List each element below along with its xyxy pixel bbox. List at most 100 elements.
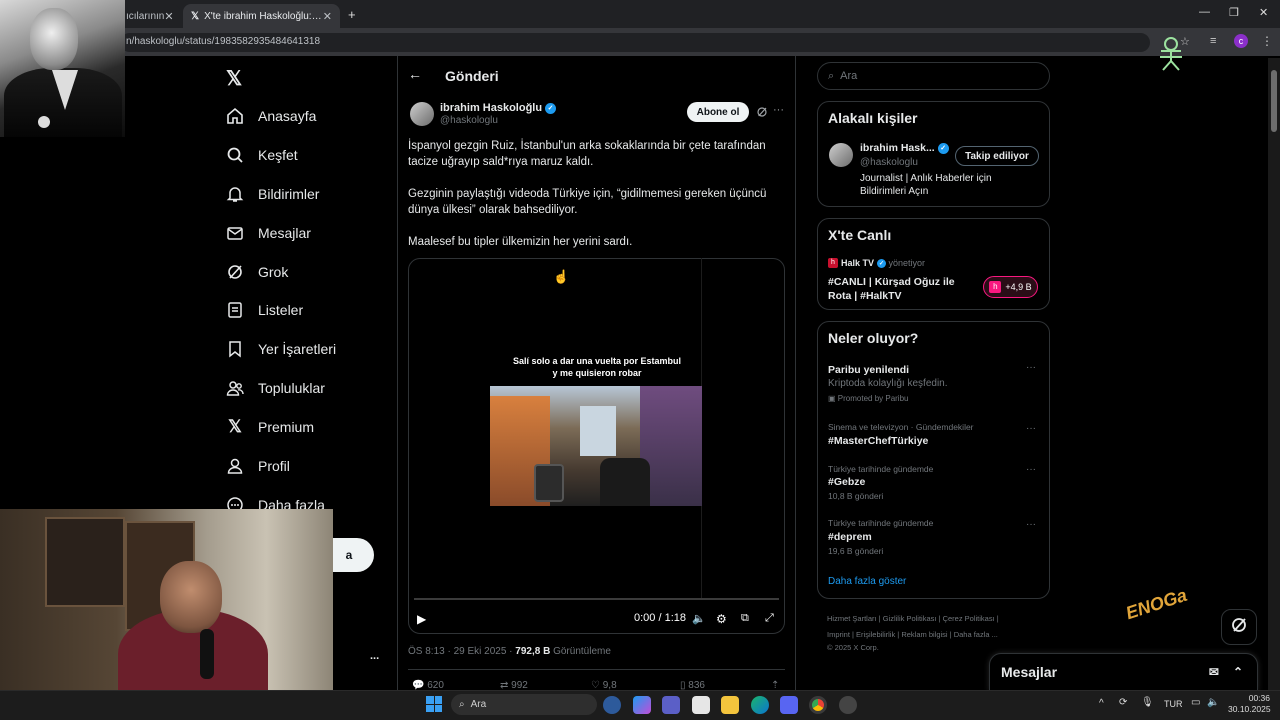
more-dots-icon[interactable]: ···: [773, 104, 784, 116]
url-field[interactable]: n/haskologlu/status/1983582935484641318: [120, 33, 1150, 52]
nav-item-home[interactable]: Anasayfa: [224, 99, 389, 133]
scrollbar-thumb[interactable]: [1271, 70, 1277, 132]
nav-item-profile[interactable]: Profil: [224, 449, 389, 483]
streamer-face: [160, 561, 222, 633]
folder-icon[interactable]: [721, 696, 739, 714]
nav-item-grok[interactable]: Grok: [224, 255, 389, 289]
following-button[interactable]: Takip ediliyor: [955, 146, 1039, 166]
taskbar-search[interactable]: ⌕ Ara: [451, 694, 597, 715]
nav-label: Grok: [258, 264, 289, 280]
footer-links[interactable]: Hizmet Şartları | Gizlilik Politikası | …: [827, 614, 999, 623]
view-label: Görüntüleme: [550, 646, 611, 657]
messages-drawer-title: Mesajlar: [1001, 664, 1058, 680]
clock-date: 30.10.2025: [1228, 704, 1271, 714]
menu-icon[interactable]: ⋮: [1261, 34, 1273, 48]
nav-item-lists[interactable]: Listeler: [224, 293, 389, 327]
related-handle[interactable]: @haskologlu: [860, 157, 918, 168]
show-more-link[interactable]: Daha fazla göster: [828, 576, 906, 587]
live-stream-title[interactable]: #CANLI | Kürşad Oğuz ile Rota | #HalkTV: [828, 275, 978, 303]
author-avatar[interactable]: [410, 102, 434, 126]
edge-icon[interactable]: [751, 696, 769, 714]
account-more-dots[interactable]: ...: [370, 650, 379, 662]
nav-item-communities[interactable]: Topluluklar: [224, 371, 389, 405]
new-tab-button[interactable]: +: [348, 7, 356, 22]
back-arrow-icon[interactable]: ←: [408, 66, 422, 82]
live-host[interactable]: Halk TV ✓ yönetiyor: [841, 258, 925, 269]
store-icon[interactable]: [692, 696, 710, 714]
close-icon[interactable]: ✕: [323, 10, 332, 23]
footer-links[interactable]: Imprint | Erişilebilirlik | Reklam bilgi…: [827, 630, 998, 639]
new-message-icon[interactable]: ✉: [1209, 665, 1219, 679]
more-dots-icon[interactable]: ···: [1026, 362, 1036, 373]
nav-label: Profil: [258, 458, 290, 474]
mic-icon[interactable]: 🎙: [1141, 697, 1154, 708]
author-handle[interactable]: @haskologlu: [440, 115, 498, 126]
tweet-meta: ÖS 8:13 · 29 Eki 2025 · 792,8 B Görüntül…: [408, 646, 611, 657]
trend-name[interactable]: Paribu yenilendi: [828, 364, 909, 376]
nav-item-explore[interactable]: Keşfet: [224, 138, 389, 172]
related-name[interactable]: ibrahim Hask... ✓: [860, 142, 949, 154]
network-icon[interactable]: ▭: [1191, 697, 1200, 708]
messages-drawer[interactable]: Mesajlar ✉ ⌃: [989, 653, 1258, 691]
teams-icon[interactable]: [662, 696, 680, 714]
grok-icon[interactable]: [756, 105, 768, 123]
trend-name[interactable]: #MasterChefTürkiye: [828, 435, 928, 447]
more-dots-icon[interactable]: ···: [1026, 423, 1036, 434]
pip-icon[interactable]: ⧉: [741, 612, 749, 625]
nav-item-bookmarks[interactable]: Yer İşaretleri: [224, 332, 389, 366]
trend-name[interactable]: #deprem: [828, 531, 872, 543]
discord-icon[interactable]: [780, 696, 798, 714]
close-icon[interactable]: ✕: [164, 10, 173, 23]
portrait-face: [30, 8, 78, 70]
home-icon: [224, 105, 246, 127]
close-window-icon[interactable]: ✕: [1259, 6, 1268, 19]
tray-chevron-icon[interactable]: ^: [1099, 698, 1104, 709]
volume-icon[interactable]: 🔈: [692, 612, 706, 625]
windows-start-icon[interactable]: [426, 696, 442, 712]
nav-label: Keşfet: [258, 147, 298, 163]
restore-icon[interactable]: ❐: [1229, 6, 1239, 19]
page-title: Gönderi: [445, 68, 499, 84]
taskbar-search-label: Ara: [470, 699, 487, 710]
app-icon[interactable]: [839, 696, 857, 714]
nav-item-notifications[interactable]: Bildirimler: [224, 177, 389, 211]
chrome-icon[interactable]: [809, 696, 827, 714]
search-input[interactable]: ⌕ Ara: [817, 62, 1050, 90]
poster: [45, 517, 125, 607]
volume-icon[interactable]: 🔈: [1207, 697, 1219, 708]
nav-item-premium[interactable]: 𝕏 Premium: [224, 410, 389, 444]
profile-avatar[interactable]: c: [1234, 34, 1248, 48]
nav-item-messages[interactable]: Mesajlar: [224, 216, 389, 250]
fullscreen-icon[interactable]: ⤢: [765, 612, 774, 625]
subscribe-button[interactable]: Abone ol: [687, 102, 749, 122]
play-icon[interactable]: ▶: [417, 612, 426, 626]
browser-tab-active[interactable]: 𝕏 X'te ibrahim Haskoloğlu: "İspan✕: [183, 4, 340, 28]
app-icon[interactable]: [603, 696, 621, 714]
listener-count: +4,9 B: [1005, 282, 1032, 292]
media-icon[interactable]: ≡: [1210, 35, 1216, 47]
more-dots-icon[interactable]: ···: [1026, 519, 1036, 530]
related-avatar[interactable]: [829, 143, 853, 167]
x-logo-icon: 𝕏: [228, 417, 242, 436]
scrollbar-track[interactable]: [1268, 58, 1280, 690]
verified-badge-icon: ✓: [545, 102, 557, 114]
x-logo-icon[interactable]: 𝕏: [226, 66, 242, 91]
minimize-icon[interactable]: —: [1199, 6, 1210, 18]
video-progress-bar[interactable]: [414, 598, 779, 600]
trend-name[interactable]: #Gebze: [828, 476, 865, 488]
live-listeners-pill[interactable]: h +4,9 B: [983, 276, 1038, 298]
portrait-medal: [38, 116, 50, 128]
more-dots-icon[interactable]: ···: [1026, 464, 1036, 475]
grok-button[interactable]: [1221, 609, 1257, 645]
people-icon: [224, 377, 246, 399]
expand-icon[interactable]: ⌃: [1233, 665, 1243, 679]
settings-gear-icon[interactable]: ⚙: [716, 612, 727, 626]
sync-icon[interactable]: ⟳: [1119, 697, 1127, 708]
bell-icon: [224, 183, 246, 205]
author-name[interactable]: ibrahim Haskoloğlu ✓: [440, 102, 557, 114]
language-indicator[interactable]: TUR: [1164, 699, 1183, 709]
nav-label: Premium: [258, 419, 315, 435]
clock[interactable]: 00:36 30.10.2025: [1228, 693, 1271, 715]
copilot-icon[interactable]: [633, 696, 651, 714]
browser-tab[interactable]: ıcılarının ✕: [118, 4, 180, 28]
